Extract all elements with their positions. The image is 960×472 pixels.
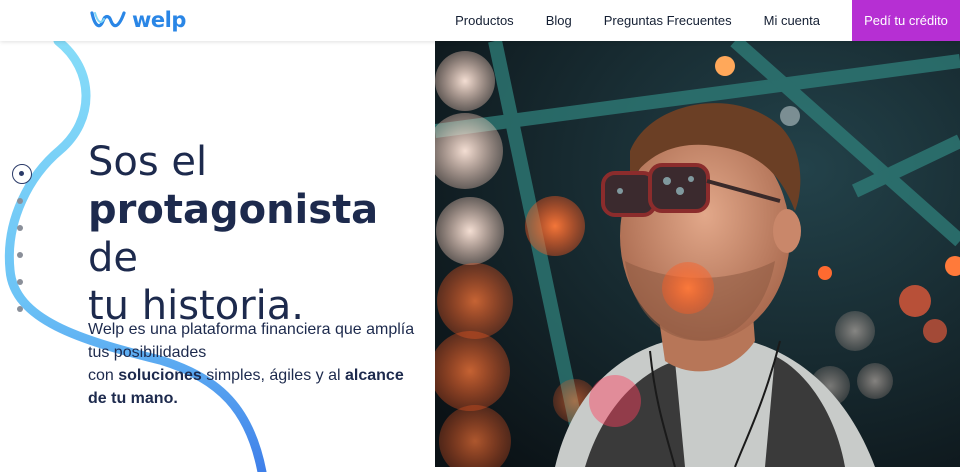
slide-dot-3[interactable]	[17, 225, 23, 231]
request-credit-button[interactable]: Pedí tu crédito	[852, 0, 960, 41]
hero-title-line-1: Sos el	[88, 139, 208, 185]
welp-wave-logo-icon	[90, 11, 126, 28]
slide-dot-6[interactable]	[17, 306, 23, 312]
main-nav: Productos Blog Preguntas Frecuentes Mi c…	[455, 0, 960, 41]
hero-title-emphasis: protagonista	[88, 187, 379, 233]
nav-blog[interactable]: Blog	[546, 13, 572, 28]
brand-logo[interactable]: welp	[89, 7, 186, 33]
hero-description: Welp es una plataforma financiera que am…	[88, 318, 418, 410]
slide-dot-1[interactable]	[12, 164, 32, 184]
hero-title: Sos el protagonista de tu historia.	[88, 138, 428, 330]
hero-title-line-2-rest: de	[88, 235, 138, 281]
hero-desc-bold-1: soluciones	[118, 367, 202, 384]
nav-preguntas-frecuentes[interactable]: Preguntas Frecuentes	[604, 13, 732, 28]
nav-mi-cuenta[interactable]: Mi cuenta	[764, 13, 820, 28]
hero-desc-prefix: con	[88, 367, 119, 384]
site-header: welp Productos Blog Preguntas Frecuentes…	[0, 0, 960, 41]
slide-dot-4[interactable]	[17, 252, 23, 258]
hero-desc-mid: simples, ágiles y al	[201, 367, 345, 384]
man-with-sunglasses-photo	[435, 41, 960, 467]
hero-desc-line-1: Welp es una plataforma financiera que am…	[88, 321, 415, 361]
hero-photo	[435, 41, 960, 467]
slide-dot-2[interactable]	[17, 198, 23, 204]
brand-name: welp	[132, 8, 186, 32]
nav-productos[interactable]: Productos	[455, 13, 514, 28]
slide-dot-5[interactable]	[17, 279, 23, 285]
